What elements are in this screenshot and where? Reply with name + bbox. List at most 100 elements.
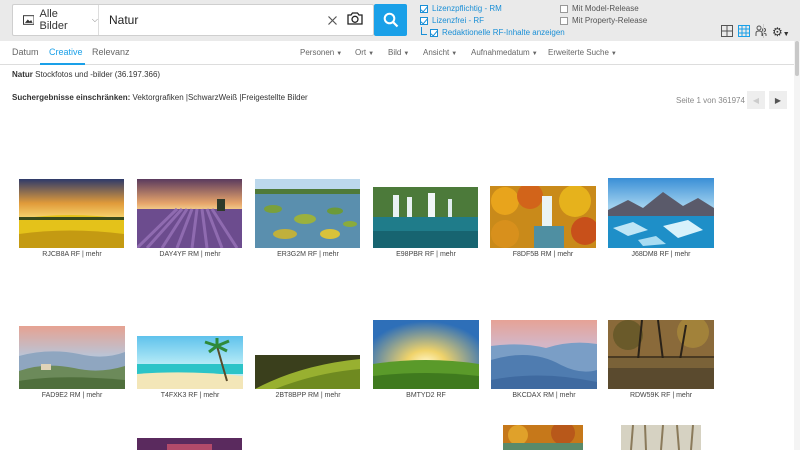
tropical-beach-image [137,336,243,389]
image-icon [23,15,35,25]
camera-icon [347,12,363,25]
editorial-rf-checkbox[interactable]: Redaktionelle RF-Inhalte anzeigen [430,28,565,37]
model-release-label: Mit Model-Release [572,4,639,13]
lily-pond-image [255,179,360,248]
caret-down-icon: ▼ [336,51,343,57]
people-icon[interactable] [755,25,767,37]
checkbox-icon [420,16,428,25]
property-release-label: Mit Property-Release [572,16,648,25]
scope-label: Alle Bilder [39,8,68,32]
view-toggle-group [721,25,772,37]
filter-ort[interactable]: Ort ▼ [355,48,374,57]
thumbnail-caption[interactable]: RJCB8A RF | mehr [12,251,132,258]
tab-relevanz[interactable]: Relevanz [92,47,130,57]
filter-label: Ansicht [423,48,450,57]
sunrise-meadow-image [373,320,479,389]
thumbnail-caption[interactable]: FAD9E2 RM | mehr [12,392,132,399]
scrollbar-track[interactable] [794,41,800,450]
clear-search-button[interactable] [322,10,342,30]
autumn-waterfall-image [490,186,596,248]
checkbox-icon [420,4,428,13]
refine-link-vektorgrafiken[interactable]: Vektorgrafiken [133,93,184,102]
results-summary: Natur Stockfotos und -bilder (36.197.366… [12,70,160,79]
caret-down-icon: ▼ [451,51,458,57]
model-release-checkbox[interactable]: Mit Model-Release [560,4,639,13]
thumbnail-caption[interactable]: F8DF5B RM | mehr [483,251,603,258]
filter-label: Erweiterte Suche [548,48,609,57]
filter-label: Bild [388,48,402,57]
refine-label: Suchergebnisse einschränken: [12,93,131,102]
license-rm-label: Lizenzpflichtig - RM [432,4,502,13]
divider [763,24,764,38]
misty-forest-image [621,425,701,450]
search-icon [383,12,398,28]
search-button[interactable] [374,4,407,36]
image-scope-dropdown[interactable]: Alle Bilder ⌵ [13,5,99,35]
page-indicator: Seite 1 von 361974 [676,96,745,105]
autumn-stream-image [503,425,583,450]
filter-aufnahmedatum[interactable]: Aufnahmedatum ▼ [471,48,538,57]
image-search-button[interactable] [347,11,367,31]
property-release-checkbox[interactable]: Mit Property-Release [560,16,647,25]
gear-icon: ⚙ [772,25,783,39]
filter-bild[interactable]: Bild ▼ [388,48,409,57]
tab-creative[interactable]: Creative [49,47,83,57]
chevron-down-icon: ⌵ [91,15,98,24]
mosaic-view-icon[interactable] [738,25,750,37]
caret-down-icon: ▼ [403,51,410,57]
search-box: Alle Bilder ⌵ [12,4,374,36]
filter-label: Aufnahmedatum [471,48,530,57]
filter-label: Personen [300,48,335,57]
results-count: Stockfotos und -bilder (36.197.366) [35,70,161,79]
purple-sky-image [137,438,242,450]
caret-down-icon: ▼ [368,51,375,57]
refine-results: Suchergebnisse einschränken: Vektorgrafi… [12,93,308,102]
thumbnail-caption[interactable]: ER3G2M RF | mehr [248,251,368,258]
indent-connector [421,27,427,35]
results-query: Natur [12,70,33,79]
license-rf-checkbox[interactable]: Lizenzfrei - RF [420,16,484,25]
thumbnail-caption[interactable]: RDW59K RF | mehr [601,392,721,399]
sort-filter-bar: Datum Creative Relevanz Personen ▼ Ort ▼ B… [0,41,800,65]
editorial-rf-label: Redaktionelle RF-Inhalte anzeigen [442,28,565,37]
desert-dunes-image [491,320,597,389]
filter-label: Ort [355,48,367,57]
next-page-button[interactable]: ▶ [769,91,787,109]
rapeseed-field-sunset-image [19,179,124,248]
settings-menu[interactable]: ⚙▼ [772,25,790,39]
filter-ansicht[interactable]: Ansicht ▼ [423,48,457,57]
misty-hills-image [19,326,125,389]
glacier-lagoon-image [608,178,714,248]
thumbnail-caption[interactable]: J68DM8 RF | mehr [601,251,721,258]
thumbnail-caption[interactable]: DAY4YF RM | mehr [130,251,250,258]
caret-down-icon: ▼ [610,51,617,57]
grid-view-icon[interactable] [721,25,733,37]
waterfall-lake-image [373,187,478,248]
lavender-field-image [137,179,242,248]
active-tab-indicator [40,63,85,65]
tab-datum[interactable]: Datum [12,47,39,57]
thumbnail-caption[interactable]: T4FXK3 RF | mehr [130,392,250,399]
checkbox-icon [430,28,438,37]
arrow-right-icon: ▶ [774,95,782,105]
autumn-forest-lake-image [608,320,714,389]
scrollbar-thumb[interactable] [795,41,799,76]
caret-down-icon: ▼ [531,51,538,57]
top-header: Alle Bilder ⌵ Lizenzpflichtig - RM Lizen… [0,0,800,41]
license-rf-label: Lizenzfrei - RF [432,16,485,25]
filter-erweiterte-suche[interactable]: Erweiterte Suche ▼ [548,48,617,57]
arrow-left-icon: ◀ [752,95,760,105]
thumbnail-caption[interactable]: 2BT8BPP RM | mehr [248,392,368,399]
thumbnail-caption[interactable]: BKCDAX RM | mehr [484,392,604,399]
license-rm-checkbox[interactable]: Lizenzpflichtig - RM [420,4,502,13]
refine-link-schwarzweiss[interactable]: SchwarzWeiß [188,93,237,102]
close-icon [327,15,337,25]
caret-down-icon: ▼ [782,31,790,38]
filter-personen[interactable]: Personen ▼ [300,48,342,57]
search-input[interactable] [109,10,319,30]
checkbox-icon [560,16,568,25]
prev-page-button[interactable]: ◀ [747,91,765,109]
refine-link-freigestellte-bilder[interactable]: Freigestellte Bilder [241,93,307,102]
thumbnail-caption[interactable]: BMTYD2 RF [366,392,486,399]
thumbnail-caption[interactable]: E98PBR RF | mehr [366,251,486,258]
